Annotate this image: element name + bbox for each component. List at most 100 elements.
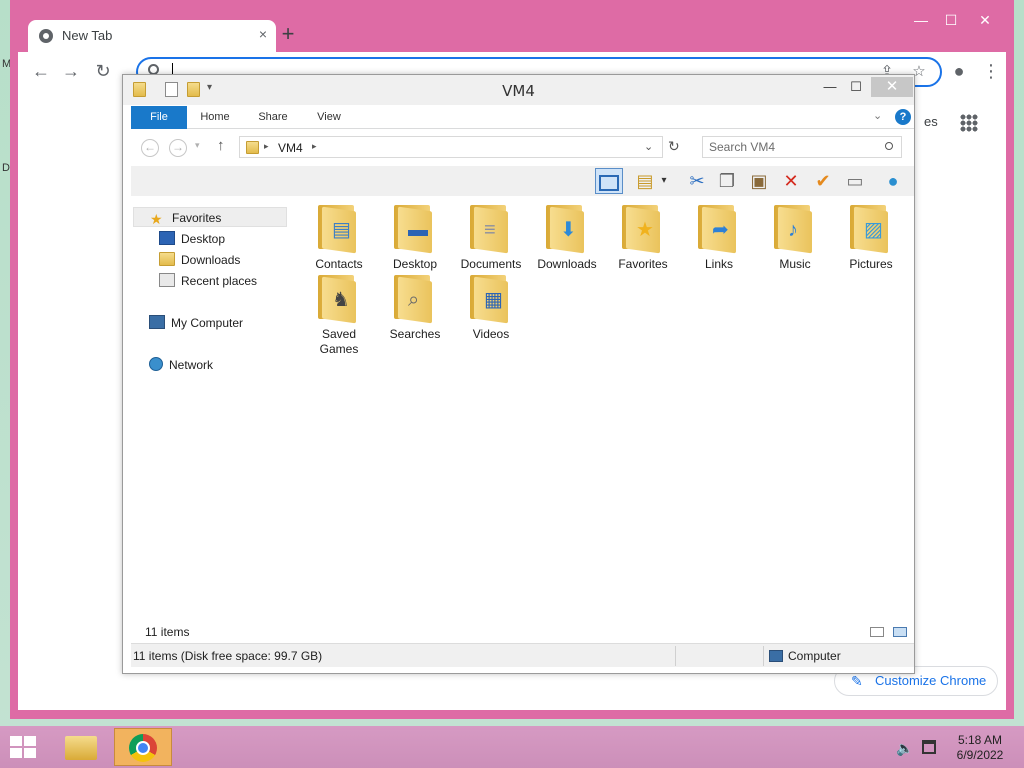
folder-item[interactable]: ⬇ Downloads xyxy=(529,199,605,279)
nav-item-label: Network xyxy=(169,358,214,372)
help-icon[interactable]: ? xyxy=(895,109,911,125)
network-tray-icon[interactable] xyxy=(922,740,936,754)
close-button[interactable]: ✕ xyxy=(871,77,913,97)
nav-item-label: Favorites xyxy=(172,211,222,225)
toolbar-dropdown-icon[interactable]: ▾ xyxy=(657,168,671,194)
address-bar[interactable]: ▸ VM4 ▸ ⌄ xyxy=(239,136,663,158)
minimize-button[interactable]: — xyxy=(906,10,936,30)
folder-item[interactable]: ★ Favorites xyxy=(605,199,681,279)
select-icon[interactable]: ✔ xyxy=(809,168,837,194)
ntp-link-fragment[interactable]: es xyxy=(924,114,938,129)
tab-new-tab[interactable]: New Tab × xyxy=(28,20,276,52)
globe-icon[interactable]: ● xyxy=(879,168,907,194)
up-arrow-icon[interactable]: ↑ xyxy=(217,137,225,154)
folder-item[interactable]: ⌕ Searches xyxy=(377,269,453,349)
folder-name: Downloads xyxy=(537,257,597,271)
status-divider xyxy=(675,646,676,666)
folder-item[interactable]: ♞ Saved Games xyxy=(301,269,377,356)
apps-grid-icon[interactable] xyxy=(960,114,978,132)
search-icon[interactable] xyxy=(885,142,893,150)
paste-icon[interactable]: ▣ xyxy=(745,168,773,194)
large-icons-view-icon[interactable] xyxy=(893,627,907,637)
tab-file[interactable]: File xyxy=(131,106,187,129)
nav-item-recent-places[interactable]: Recent places xyxy=(159,271,257,291)
address-dropdown-icon[interactable]: ⌄ xyxy=(644,140,653,153)
properties-icon[interactable]: ▤ xyxy=(631,168,659,194)
tab-share[interactable]: Share xyxy=(249,106,297,129)
search-field[interactable] xyxy=(702,136,902,158)
nav-item-label: Recent places xyxy=(181,274,258,288)
folder-icon: ▤ xyxy=(318,205,358,254)
folder-item[interactable]: ≡ Documents xyxy=(453,199,529,279)
folder-name: Favorites xyxy=(618,257,668,271)
folder-icon: ♞ xyxy=(318,275,358,324)
taskbar: 🔈 5:18 AM 6/9/2022 xyxy=(0,726,1024,768)
cut-icon[interactable]: ✂ xyxy=(683,168,711,194)
folder-item[interactable]: ▤ Contacts xyxy=(301,199,377,279)
maximize-button[interactable]: ☐ xyxy=(843,77,869,97)
taskbar-chrome[interactable] xyxy=(114,728,172,766)
clock-date: 6/9/2022 xyxy=(956,748,1004,762)
nav-item-desktop[interactable]: Desktop xyxy=(159,229,225,249)
explorer-titlebar[interactable]: ▾ VM4 — ☐ ✕ xyxy=(123,75,914,105)
folder-item[interactable]: ➦ Links xyxy=(681,199,757,279)
system-clock[interactable]: 5:18 AM 6/9/2022 xyxy=(944,733,1016,763)
tab-close-icon[interactable]: × xyxy=(259,26,267,42)
rename-icon[interactable]: ▭ xyxy=(841,168,869,194)
folder-icon: ▬ xyxy=(394,205,434,254)
reload-icon[interactable]: ↻ xyxy=(92,60,114,82)
close-button[interactable]: ✕ xyxy=(970,10,1000,30)
forward-icon[interactable]: → xyxy=(60,60,82,82)
folder-name: Music xyxy=(779,257,811,271)
volume-muted-icon[interactable]: 🔈 xyxy=(896,740,913,757)
folder-icon: ⬇ xyxy=(546,205,586,254)
new-tab-button[interactable]: + xyxy=(276,22,300,46)
folder-name: Saved Games xyxy=(319,327,359,356)
nav-item-favorites[interactable]: ★ Favorites xyxy=(133,207,287,227)
item-count: 11 items xyxy=(145,625,190,639)
chrome-menu-icon[interactable]: ⋮ xyxy=(980,60,1002,82)
network-icon xyxy=(149,357,163,371)
back-icon[interactable]: ← xyxy=(30,60,52,82)
breadcrumb-separator[interactable]: ▸ xyxy=(264,141,269,152)
nav-item-label: Desktop xyxy=(181,232,226,246)
folder-icon: ⌕ xyxy=(394,275,434,324)
expand-ribbon-icon[interactable]: ⌄ xyxy=(873,109,882,122)
copy-icon[interactable]: ❐ xyxy=(713,168,741,194)
folder-item[interactable]: ▨ Pictures xyxy=(833,199,909,279)
recent-locations-icon[interactable]: ▾ xyxy=(195,140,200,151)
delete-icon[interactable]: ✕ xyxy=(777,168,805,194)
explorer-window: ▾ VM4 — ☐ ✕ File Home Share View ⌄ ? ← →… xyxy=(122,74,915,674)
profile-avatar-icon[interactable]: ● xyxy=(948,60,970,82)
folder-icon: ➦ xyxy=(698,205,738,254)
folder-icon: ▦ xyxy=(470,275,510,324)
computer-location-icon xyxy=(246,141,259,154)
windows-logo-icon xyxy=(10,736,22,746)
folder-item[interactable]: ♪ Music xyxy=(757,199,833,279)
breadcrumb-separator[interactable]: ▸ xyxy=(312,141,317,152)
breadcrumb-vm4[interactable]: VM4 xyxy=(278,141,303,155)
nav-item-network[interactable]: Network xyxy=(149,355,213,375)
details-view-icon[interactable] xyxy=(870,627,884,637)
nav-item-my-computer[interactable]: My Computer xyxy=(149,313,243,333)
address-row: ← → ▾ ↑ ▸ VM4 ▸ ⌄ ↻ xyxy=(131,133,906,161)
minimize-button[interactable]: — xyxy=(817,77,843,97)
folder-item[interactable]: ▦ Videos xyxy=(453,269,529,349)
taskbar-file-explorer[interactable] xyxy=(52,728,110,766)
layout-pane-icon[interactable] xyxy=(595,168,623,194)
start-button[interactable] xyxy=(10,736,38,760)
tab-home[interactable]: Home xyxy=(193,106,237,129)
chrome-icon xyxy=(129,734,157,762)
tab-view[interactable]: View xyxy=(307,106,351,129)
maximize-button[interactable]: ☐ xyxy=(936,10,966,30)
clock-time: 5:18 AM xyxy=(957,733,1003,747)
search-input[interactable] xyxy=(709,138,879,156)
nav-item-downloads[interactable]: Downloads xyxy=(159,250,240,270)
computer-icon xyxy=(149,315,165,329)
refresh-icon[interactable]: ↻ xyxy=(668,138,680,155)
back-icon[interactable]: ← xyxy=(141,139,159,157)
windows-logo-icon xyxy=(24,748,36,758)
folder-item[interactable]: ▬ Desktop xyxy=(377,199,453,279)
status-disk-space: 11 items (Disk free space: 99.7 GB) xyxy=(133,649,323,663)
forward-icon[interactable]: → xyxy=(169,139,187,157)
